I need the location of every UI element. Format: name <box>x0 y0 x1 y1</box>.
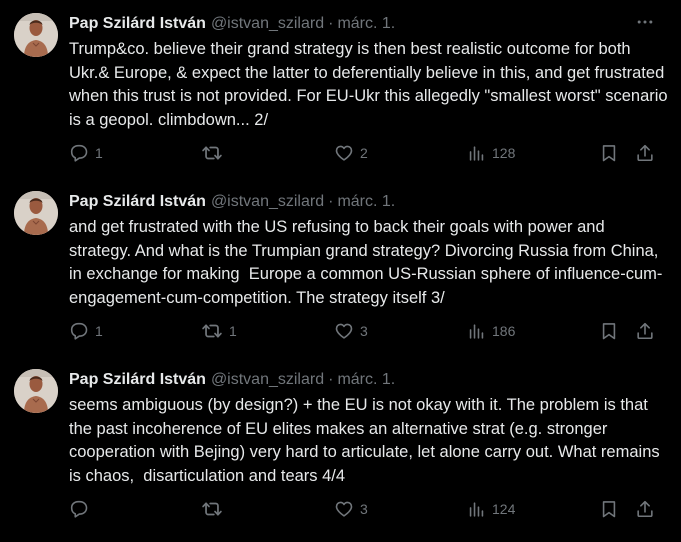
avatar[interactable] <box>14 13 58 57</box>
author-name[interactable]: Pap Szilárd István <box>69 193 206 211</box>
like-button[interactable]: 3 <box>334 498 368 520</box>
avatar[interactable] <box>14 191 58 235</box>
views-button[interactable]: 186 <box>467 320 515 342</box>
heart-icon <box>334 143 354 163</box>
retweet-icon <box>201 498 223 520</box>
reply-button[interactable]: 1 <box>69 142 103 164</box>
share-button[interactable] <box>635 142 655 164</box>
views-count: 124 <box>492 501 516 517</box>
share-button[interactable] <box>635 320 655 342</box>
reply-button[interactable]: 1 <box>69 320 103 342</box>
bookmark-icon <box>599 499 619 519</box>
tweet-item[interactable]: Pap Szilárd István @istvan_szilard · már… <box>0 13 681 178</box>
tweet-date[interactable]: márc. 1. <box>337 15 395 33</box>
bookmark-button[interactable] <box>599 498 619 520</box>
author-handle[interactable]: @istvan_szilard <box>211 15 324 33</box>
reply-count: 1 <box>95 323 103 339</box>
more-horizontal-icon <box>635 12 655 37</box>
tweet-actions: 1 2 128 <box>0 142 681 164</box>
author-name[interactable]: Pap Szilárd István <box>69 15 206 33</box>
views-count: 186 <box>492 323 516 339</box>
tweet-actions: 3 124 <box>0 498 681 520</box>
tweet-item[interactable]: Pap Szilárd István @istvan_szilard · már… <box>0 369 681 534</box>
bookmark-button[interactable] <box>599 320 619 342</box>
tweet-actions: 1 1 3 186 <box>0 320 681 342</box>
views-bar-chart-icon <box>467 500 486 519</box>
heart-icon <box>334 321 354 341</box>
views-button[interactable]: 124 <box>467 498 515 520</box>
tweet-text: seems ambiguous (by design?) + the EU is… <box>69 396 665 485</box>
retweet-button[interactable]: 1 <box>201 320 237 342</box>
retweet-button[interactable] <box>201 498 229 520</box>
reply-bubble-icon <box>69 321 89 341</box>
bookmark-button[interactable] <box>599 142 619 164</box>
author-name[interactable]: Pap Szilárd István <box>69 371 206 389</box>
retweet-button[interactable] <box>201 142 229 164</box>
views-count: 128 <box>492 145 516 161</box>
tweet-item[interactable]: Pap Szilárd István @istvan_szilard · már… <box>0 191 681 356</box>
tweet-date[interactable]: márc. 1. <box>337 193 395 211</box>
tweet-text: and get frustrated with the US refusing … <box>69 218 663 307</box>
header-separator: · <box>328 15 334 32</box>
author-handle[interactable]: @istvan_szilard <box>211 371 324 389</box>
avatar[interactable] <box>14 369 58 413</box>
retweet-count: 1 <box>229 323 237 339</box>
bookmark-icon <box>599 321 619 341</box>
more-options-button[interactable] <box>633 13 657 35</box>
like-count: 2 <box>360 145 368 161</box>
retweet-icon <box>201 142 223 164</box>
author-handle[interactable]: @istvan_szilard <box>211 193 324 211</box>
heart-icon <box>334 499 354 519</box>
header-separator: · <box>328 371 334 388</box>
like-count: 3 <box>360 501 368 517</box>
like-count: 3 <box>360 323 368 339</box>
share-upload-icon <box>635 499 655 519</box>
reply-count: 1 <box>95 145 103 161</box>
reply-bubble-icon <box>69 143 89 163</box>
tweet-header: Pap Szilárd István @istvan_szilard · már… <box>69 191 395 213</box>
views-bar-chart-icon <box>467 322 486 341</box>
bookmark-icon <box>599 143 619 163</box>
retweet-icon <box>201 320 223 342</box>
header-separator: · <box>328 193 334 210</box>
tweet-header: Pap Szilárd István @istvan_szilard · már… <box>69 13 395 35</box>
views-button[interactable]: 128 <box>467 142 515 164</box>
reply-button[interactable] <box>69 498 95 520</box>
reply-bubble-icon <box>69 499 89 519</box>
share-button[interactable] <box>635 498 655 520</box>
tweet-header: Pap Szilárd István @istvan_szilard · már… <box>69 369 395 391</box>
like-button[interactable]: 2 <box>334 142 368 164</box>
share-upload-icon <box>635 143 655 163</box>
like-button[interactable]: 3 <box>334 320 368 342</box>
tweet-thread: Pap Szilárd István @istvan_szilard · már… <box>0 0 681 542</box>
tweet-text: Trump&co. believe their grand strategy i… <box>69 40 673 129</box>
share-upload-icon <box>635 321 655 341</box>
tweet-date[interactable]: márc. 1. <box>337 371 395 389</box>
views-bar-chart-icon <box>467 144 486 163</box>
